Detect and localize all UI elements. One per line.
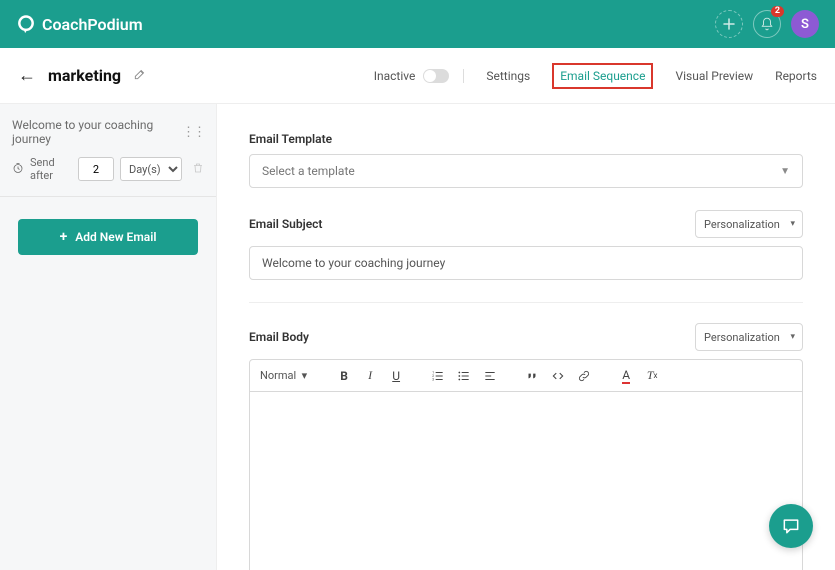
body-personalization-select[interactable]: Personalization xyxy=(695,323,803,351)
clock-icon xyxy=(12,162,24,177)
email-template-select[interactable]: Select a template ▼ xyxy=(249,154,803,188)
editor-toolbar: Normal ▾ B I U 123 A Tx xyxy=(250,360,802,392)
add-email-label: Add New Email xyxy=(75,230,156,244)
code-icon xyxy=(551,369,565,383)
section-divider xyxy=(249,302,803,303)
help-fab[interactable] xyxy=(769,504,813,548)
email-body-section: Email Body Personalization Normal ▾ B I … xyxy=(249,323,803,570)
email-body-label: Email Body xyxy=(249,330,309,344)
quote-button[interactable] xyxy=(521,365,543,387)
quote-icon xyxy=(525,369,539,383)
send-after-input[interactable] xyxy=(78,157,114,181)
rich-text-editor: Normal ▾ B I U 123 A Tx xyxy=(249,359,803,570)
email-subject-section: Email Subject Personalization xyxy=(249,210,803,280)
status-toggle[interactable] xyxy=(423,69,449,83)
bell-icon xyxy=(760,17,774,31)
page-title: marketing xyxy=(48,66,121,85)
send-after-row: Send after Day(s) xyxy=(12,156,204,182)
back-arrow-icon[interactable]: ← xyxy=(18,65,36,86)
code-button[interactable] xyxy=(547,365,569,387)
email-template-section: Email Template Select a template ▼ xyxy=(249,132,803,188)
link-button[interactable] xyxy=(573,365,595,387)
top-bar: CoachPodium 2 S xyxy=(0,0,835,48)
ordered-list-icon: 123 xyxy=(431,369,445,383)
email-subject-input[interactable] xyxy=(249,246,803,280)
sidebar: Welcome to your coaching journey ⋮⋮ Send… xyxy=(0,104,217,570)
tab-visual-preview[interactable]: Visual Preview xyxy=(675,69,753,83)
add-button[interactable] xyxy=(715,10,743,38)
edit-title-button[interactable] xyxy=(133,66,147,85)
main-layout: Welcome to your coaching journey ⋮⋮ Send… xyxy=(0,104,835,570)
add-new-email-button[interactable]: + Add New Email xyxy=(18,219,198,255)
trash-icon xyxy=(192,162,204,174)
sub-header: ← marketing Inactive Settings Email Sequ… xyxy=(0,48,835,104)
tab-reports[interactable]: Reports xyxy=(775,69,817,83)
clear-format-button[interactable]: Tx xyxy=(641,365,663,387)
send-after-unit-select[interactable]: Day(s) xyxy=(120,157,182,181)
unordered-list-button[interactable] xyxy=(453,365,475,387)
link-icon xyxy=(577,369,591,383)
email-item-title: Welcome to your coaching journey xyxy=(12,118,182,146)
notifications-button[interactable]: 2 xyxy=(753,10,781,38)
email-sequence-item[interactable]: Welcome to your coaching journey ⋮⋮ Send… xyxy=(0,118,216,197)
send-after-label: Send after xyxy=(30,156,72,182)
brand-name: CoachPodium xyxy=(42,15,143,34)
underline-button[interactable]: U xyxy=(385,365,407,387)
status-label: Inactive xyxy=(374,69,416,83)
pencil-icon xyxy=(133,67,147,81)
format-select[interactable]: Normal ▾ xyxy=(260,369,313,382)
body-personalization-wrap: Personalization xyxy=(695,323,803,351)
bold-button[interactable]: B xyxy=(333,365,355,387)
sub-header-left: ← marketing xyxy=(18,65,147,86)
content-area: Email Template Select a template ▼ Email… xyxy=(217,104,835,570)
ordered-list-button[interactable]: 123 xyxy=(427,365,449,387)
italic-button[interactable]: I xyxy=(359,365,381,387)
top-actions: 2 S xyxy=(715,10,819,38)
drag-handle-icon[interactable]: ⋮⋮ xyxy=(182,125,204,140)
email-subject-label: Email Subject xyxy=(249,217,322,231)
body-header-row: Email Body Personalization xyxy=(249,323,803,351)
avatar[interactable]: S xyxy=(791,10,819,38)
editor-body[interactable] xyxy=(250,392,802,570)
text-color-button[interactable]: A xyxy=(615,365,637,387)
svg-text:3: 3 xyxy=(432,377,434,381)
align-icon xyxy=(483,369,497,383)
email-item-header: Welcome to your coaching journey ⋮⋮ xyxy=(12,118,204,146)
align-button[interactable] xyxy=(479,365,501,387)
subject-personalization-wrap: Personalization xyxy=(695,210,803,238)
avatar-initial: S xyxy=(801,17,809,32)
sub-header-right: Inactive Settings Email Sequence Visual … xyxy=(374,63,817,89)
email-template-label: Email Template xyxy=(249,132,803,146)
brand[interactable]: CoachPodium xyxy=(16,14,143,34)
plus-icon: + xyxy=(60,229,68,245)
tab-email-sequence[interactable]: Email Sequence xyxy=(552,63,653,89)
subject-personalization-select[interactable]: Personalization xyxy=(695,210,803,238)
brand-logo-icon xyxy=(16,14,36,34)
notification-badge: 2 xyxy=(771,6,784,17)
delete-email-button[interactable] xyxy=(192,162,204,177)
subject-header-row: Email Subject Personalization xyxy=(249,210,803,238)
plus-icon xyxy=(723,18,735,30)
status-toggle-group: Inactive xyxy=(374,69,465,83)
template-placeholder: Select a template xyxy=(262,164,355,178)
chevron-down-icon: ▼ xyxy=(780,166,790,177)
tab-settings[interactable]: Settings xyxy=(486,69,530,83)
unordered-list-icon xyxy=(457,369,471,383)
chat-icon xyxy=(781,516,801,536)
